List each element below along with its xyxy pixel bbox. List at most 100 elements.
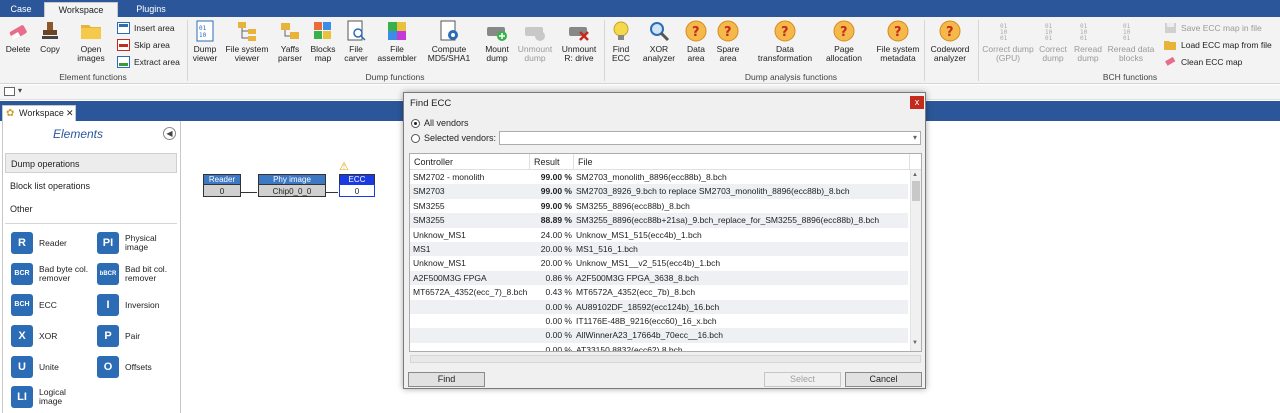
save-ecc-map-button[interactable]: Save ECC map in file xyxy=(1164,23,1262,33)
page-allocation-button[interactable]: ? Page allocation xyxy=(822,20,866,63)
find-ecc-button[interactable]: Find ECC xyxy=(606,20,636,63)
table-row[interactable]: Unknow_MS1 20.00 % Unknow_MS1__v2_515(ecc4… xyxy=(410,256,908,270)
copy-button[interactable]: Copy xyxy=(36,20,64,54)
correct-dump-button[interactable]: 01 10 01 Correct dump xyxy=(1036,20,1070,63)
close-button[interactable]: x xyxy=(910,96,924,109)
table-row[interactable]: MS1 20.00 % MS1_516_1.bch xyxy=(410,242,908,257)
column-header-controller[interactable]: Controller xyxy=(410,154,530,170)
workspace-doc-tab[interactable]: ✿ Workspace ✕ xyxy=(2,105,76,121)
file-carver-button[interactable]: File carver xyxy=(342,20,370,63)
scroll-up-icon[interactable]: ▲ xyxy=(912,172,918,178)
delete-button[interactable]: Delete xyxy=(4,20,32,54)
dump-viewer-label: Dump viewer xyxy=(192,44,218,63)
extract-area-button[interactable]: Extract area xyxy=(117,56,180,68)
file-system-metadata-button[interactable]: ? File system metadata xyxy=(874,20,922,63)
select-button[interactable]: Select xyxy=(764,372,841,387)
blocks-map-button[interactable]: Blocks map xyxy=(308,20,338,63)
table-row[interactable]: SM3255 88.89 % SM3255_8896(ecc88b+21sa)_9.… xyxy=(410,213,908,228)
column-header-result[interactable]: Result xyxy=(530,154,574,170)
connector-line xyxy=(241,192,257,193)
quick-access-icon[interactable] xyxy=(4,87,16,99)
compute-md5-button[interactable]: Compute MD5/SHA1 xyxy=(424,20,474,63)
table-row[interactable]: SM2702 - monolith 99.00 % SM2703_monolith_… xyxy=(410,170,908,184)
close-icon[interactable]: ✕ xyxy=(66,106,74,120)
data-transformation-label: Data transformation xyxy=(757,44,813,63)
tab-case[interactable]: Case xyxy=(4,2,38,17)
drive-add-icon xyxy=(486,20,508,42)
scroll-down-icon[interactable]: ▼ xyxy=(912,340,918,346)
vendors-dropdown[interactable]: ▾ xyxy=(499,131,921,145)
table-row[interactable]: MT6572A_4352(ecc_7)_8.bch 0.43 % MT6572A_4… xyxy=(410,285,908,299)
cancel-button[interactable]: Cancel xyxy=(845,372,922,387)
spare-area-button[interactable]: ? Spare area xyxy=(714,20,742,63)
find-button[interactable]: Find xyxy=(408,372,485,387)
cell-controller: MT6572A_4352(ecc_7)_8.bch xyxy=(413,287,528,298)
table-row[interactable]: A2F500M3G FPGA 0.86 % A2F500M3G FPGA_3638_… xyxy=(410,270,908,286)
skip-area-button[interactable]: Skip area xyxy=(117,39,170,51)
unmount-r-drive-button[interactable]: Unmount R: drive xyxy=(558,20,600,63)
category-dump-operations[interactable]: Dump operations xyxy=(5,153,177,173)
vertical-scrollbar[interactable]: ▲ ▼ xyxy=(910,170,921,351)
category-block-list-operations[interactable]: Block list operations xyxy=(5,176,177,196)
save-ecc-map-label: Save ECC map in file xyxy=(1181,23,1262,33)
cell-file: SM2703_8926_9.bch to replace SM2703_mono… xyxy=(576,186,850,197)
clean-ecc-map-button[interactable]: Clean ECC map xyxy=(1164,56,1242,67)
data-transformation-button[interactable]: ? Data transformation xyxy=(752,20,818,63)
data-area-button[interactable]: ? Data area xyxy=(682,20,710,63)
mount-dump-button[interactable]: Mount dump xyxy=(480,20,514,63)
blocks-map-icon xyxy=(312,20,334,42)
bad-bit-remover-icon: bBCR xyxy=(97,263,119,285)
file-assembler-button[interactable]: File assembler xyxy=(374,20,420,63)
cell-result: 20.00 % xyxy=(540,244,572,254)
xor-analyzer-button[interactable]: XOR analyzer xyxy=(640,20,678,63)
correct-dump-gpu-button[interactable]: 01 10 01 Correct dump (GPU) xyxy=(982,20,1034,63)
drive-delete-icon xyxy=(568,20,590,42)
cell-result: 24.00 % xyxy=(540,229,572,240)
table-row[interactable]: 0.00 % AU89102DF_18592(ecc124b)_16.bch xyxy=(410,299,908,314)
elements-panel: Elements ◀ Dump operations Block list op… xyxy=(2,121,181,413)
tab-plugins[interactable]: Plugins xyxy=(124,2,178,17)
find-ecc-dialog: Find ECC x All vendors Selected vendors:… xyxy=(403,92,926,389)
collapse-panel-icon[interactable]: ◀ xyxy=(163,127,176,140)
node-phy-image[interactable]: Phy image Chip0_0_0 xyxy=(258,174,326,197)
svg-text:?: ? xyxy=(894,25,902,40)
element-label: Bad bit col. remover xyxy=(125,264,168,283)
category-other[interactable]: Other xyxy=(5,199,177,219)
all-vendors-radio[interactable]: All vendors xyxy=(411,118,469,129)
cell-controller: SM2702 - monolith xyxy=(413,172,485,182)
yaffs-parser-button[interactable]: Yaffs parser xyxy=(274,20,306,63)
horizontal-scrollbar[interactable] xyxy=(410,355,921,363)
table-row[interactable]: Unknow_MS1 24.00 % Unknow_MS1_515(ecc4b)_1… xyxy=(410,228,908,242)
table-row[interactable]: 0.00 % AT33150 8832(ecc62) 8.bch xyxy=(410,343,908,351)
unmount-dump-button[interactable]: Unmount dump xyxy=(516,20,554,63)
tab-workspace[interactable]: Workspace xyxy=(44,2,118,17)
binary-grid-icon: 01 10 01 xyxy=(1077,20,1099,42)
column-header-file[interactable]: File xyxy=(574,154,910,170)
bad-byte-remover-icon: BCR xyxy=(11,263,33,285)
load-ecc-map-button[interactable]: Load ECC map from file xyxy=(1164,40,1272,50)
reread-data-blocks-button[interactable]: 01 10 01 Reread data blocks xyxy=(1106,20,1156,63)
offsets-icon: O xyxy=(97,356,119,378)
scroll-thumb[interactable] xyxy=(912,181,920,201)
table-row[interactable]: 0.00 % IT1176E-48B_9216(ecc60)_16_x.bch xyxy=(410,314,908,328)
cell-result: 88.89 % xyxy=(540,215,572,226)
reread-dump-button[interactable]: 01 10 01 Reread dump xyxy=(1072,20,1104,63)
chevron-down-icon: ▾ xyxy=(912,133,917,142)
dump-viewer-button[interactable]: 01 10 Dump viewer xyxy=(190,20,220,63)
table-header: Controller Result File xyxy=(410,154,921,170)
cell-result: 99.00 % xyxy=(540,200,572,211)
table-row[interactable]: SM3255 99.00 % SM3255_8896(ecc88b)_8.bch xyxy=(410,199,908,213)
node-ecc[interactable]: ECC 0 xyxy=(339,174,375,197)
table-row[interactable]: 0.00 % AllWinnerA23_17664b_70ecc__16.bch xyxy=(410,328,908,343)
codeword-analyzer-button[interactable]: ? Codeword analyzer xyxy=(926,20,974,63)
reader-icon: R xyxy=(11,232,33,254)
table-row[interactable]: SM2703 99.00 % SM2703_8926_9.bch to replac… xyxy=(410,184,908,199)
node-value: 0 xyxy=(203,184,241,197)
node-reader[interactable]: Reader 0 xyxy=(203,174,241,197)
selected-vendors-radio[interactable]: Selected vendors: xyxy=(411,133,496,144)
file-system-viewer-button[interactable]: File system viewer xyxy=(224,20,270,63)
open-images-button[interactable]: Open images xyxy=(72,20,110,63)
compute-md5-label: Compute MD5/SHA1 xyxy=(427,44,471,63)
dropdown-arrow-icon[interactable]: ▾ xyxy=(18,86,22,95)
insert-area-button[interactable]: Insert area xyxy=(117,22,175,34)
